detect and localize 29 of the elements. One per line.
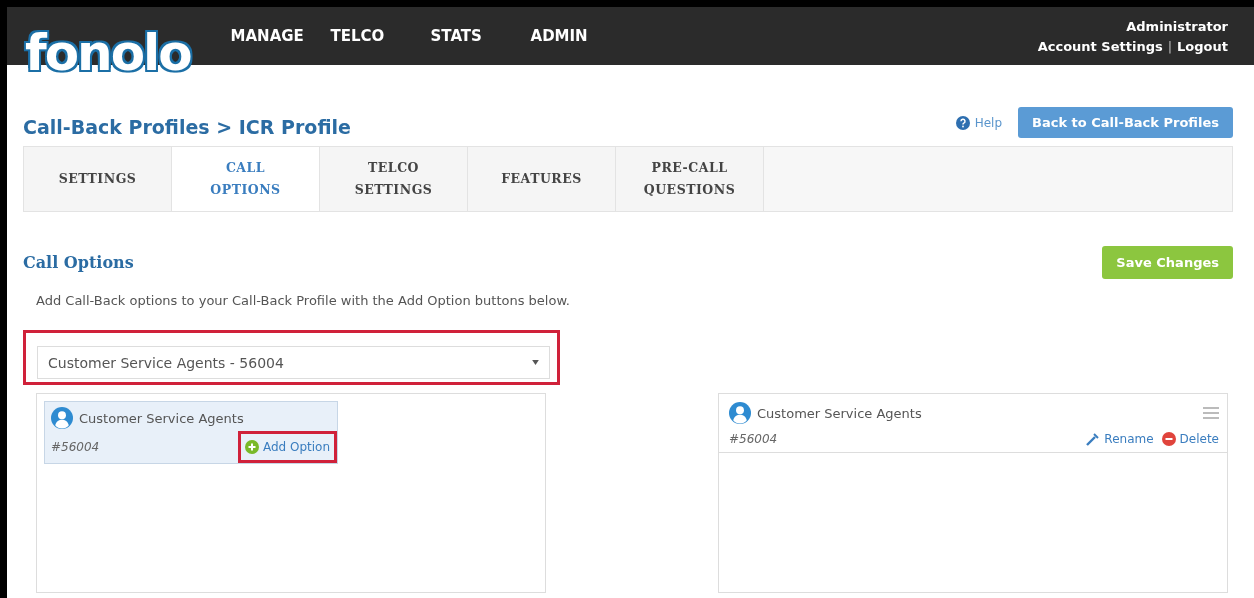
- queue-name: Customer Service Agents: [79, 410, 244, 426]
- rename-link[interactable]: Rename: [1086, 432, 1154, 446]
- nav-link[interactable]: ADMIN: [530, 27, 621, 45]
- drag-handle-icon[interactable]: [1203, 406, 1219, 420]
- user-icon: [51, 407, 73, 429]
- queue-number: #56004: [51, 440, 100, 454]
- wrench-icon: [1086, 432, 1101, 446]
- add-option-link[interactable]: Add Option: [244, 440, 330, 454]
- delete-icon: [1161, 432, 1176, 446]
- option-number: #56004: [729, 432, 778, 446]
- option-name: Customer Service Agents: [757, 405, 922, 421]
- queue-card[interactable]: Customer Service Agents #56004 Add Option: [44, 401, 338, 464]
- description: Add Call-Back options to your Call-Back Profile with the Add Option buttons below.: [36, 293, 571, 308]
- tab[interactable]: CALL OPTIONS: [172, 147, 320, 211]
- add-icon: [244, 440, 259, 454]
- nav-link[interactable]: MANAGE: [230, 27, 321, 45]
- dropdown-caret-icon: [532, 360, 539, 365]
- queue-select[interactable]: Customer Service Agents - 56004: [37, 346, 550, 379]
- page-title: Call-Back Profiles > ICR Profile: [23, 115, 351, 138]
- separator: |: [1167, 38, 1173, 54]
- account-settings-link[interactable]: Account Settings: [1037, 38, 1163, 54]
- help-icon: [955, 115, 970, 130]
- user-icon: [729, 402, 751, 424]
- logout-link[interactable]: Logout: [1177, 38, 1228, 54]
- section-title: Call Options: [23, 253, 134, 272]
- nav-link[interactable]: STATS: [430, 27, 521, 45]
- nav-link[interactable]: TELCO: [330, 27, 421, 45]
- delete-link[interactable]: Delete: [1161, 432, 1219, 446]
- user-name: Administrator: [1125, 18, 1228, 34]
